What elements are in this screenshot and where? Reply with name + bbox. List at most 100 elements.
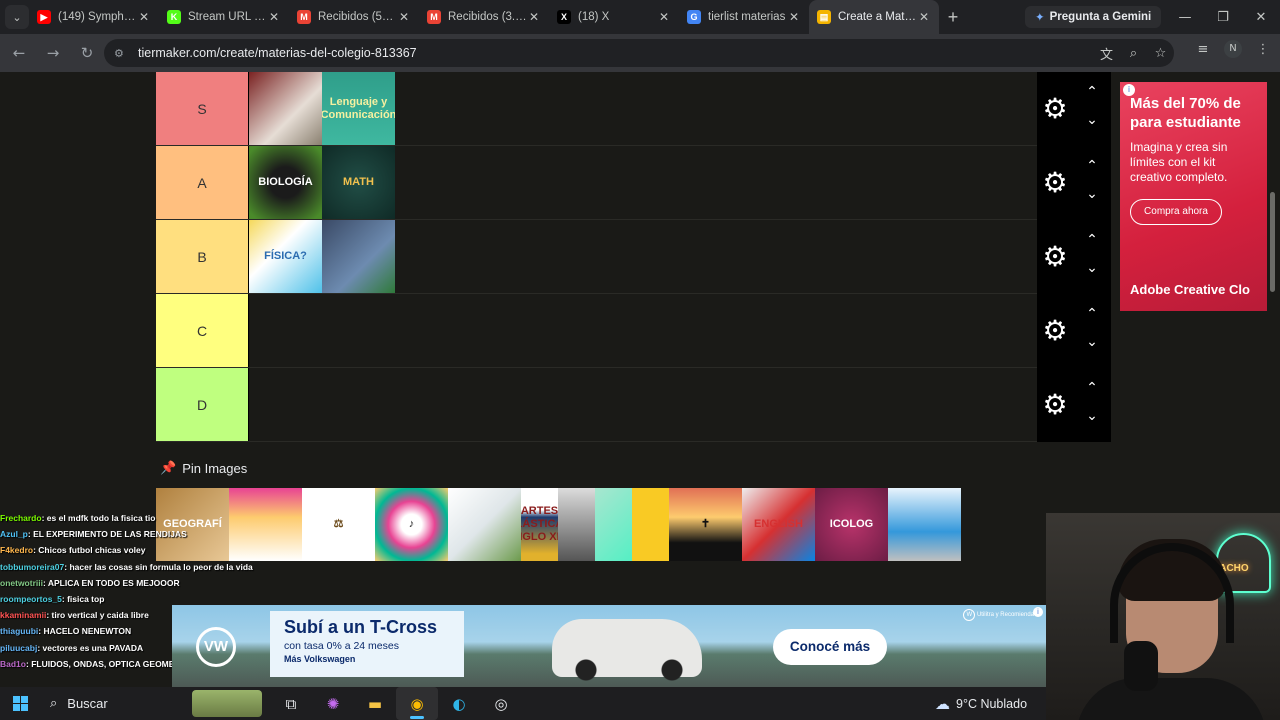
browser-tab[interactable]: Gtierlist materias ✕ xyxy=(679,0,809,34)
new-tab-button[interactable]: + xyxy=(939,7,967,28)
tier-label[interactable]: A xyxy=(156,146,248,219)
tier-item-image[interactable] xyxy=(448,488,521,561)
taskbar-search[interactable]: ⌕ Buscar xyxy=(40,687,270,720)
adobe-side-ad[interactable]: i Más del 70% de para estudiante Imagina… xyxy=(1120,82,1267,311)
chat-username[interactable]: thiaguubi xyxy=(0,626,38,636)
chat-username[interactable]: roompeortos_5 xyxy=(0,594,62,604)
tier-label[interactable]: C xyxy=(156,294,248,367)
weather-widget[interactable]: ☁ 9°C Nublado xyxy=(935,687,1027,720)
chat-username[interactable]: kkaminamii xyxy=(0,610,46,620)
tab-close-icon[interactable]: ✕ xyxy=(267,10,281,24)
tier-item-image[interactable]: BIOLOGÍA xyxy=(249,146,322,219)
tier-label[interactable]: D xyxy=(156,368,248,441)
tier-item-image[interactable]: ✝ xyxy=(669,488,742,561)
tier-label[interactable]: S xyxy=(156,72,248,145)
ad-info-icon[interactable]: i xyxy=(1033,607,1043,617)
chat-username[interactable]: tobbumoreira07 xyxy=(0,562,64,572)
bookmark-star-icon[interactable]: ☆ xyxy=(1147,46,1174,61)
file-explorer-icon[interactable]: ▬ xyxy=(354,687,396,720)
chat-username[interactable]: Bad1o xyxy=(0,659,26,669)
chevron-down-icon[interactable]: ⌄ xyxy=(1083,408,1101,424)
tab-close-icon[interactable]: ✕ xyxy=(657,10,671,24)
gear-icon[interactable]: ⚙ xyxy=(1042,169,1068,197)
tier-item-image[interactable] xyxy=(888,488,961,561)
gear-icon[interactable]: ⚙ xyxy=(1042,95,1068,123)
zoom-icon[interactable]: ⌕ xyxy=(1120,46,1147,61)
tier-item-image[interactable]: FÍSICA? xyxy=(249,220,322,293)
site-info-icon[interactable]: ⚙ xyxy=(114,47,128,60)
chat-username[interactable]: Frechardo xyxy=(0,513,42,523)
chevron-down-icon[interactable]: ⌄ xyxy=(1083,112,1101,128)
tab-close-icon[interactable]: ✕ xyxy=(787,10,801,24)
tier-item-image[interactable]: ICOLOG xyxy=(815,488,888,561)
browser-tab[interactable]: ▤ Create a Materi ✕ xyxy=(809,0,939,34)
ad-choices-icon[interactable]: i xyxy=(1123,84,1135,96)
tier-drop-zone[interactable]: FÍSICA? xyxy=(248,220,1111,293)
gear-icon[interactable]: ⚙ xyxy=(1042,317,1068,345)
tier-drop-zone[interactable] xyxy=(248,368,1111,441)
tier-item-image[interactable]: MATH xyxy=(322,146,395,219)
chevron-down-icon[interactable]: ⌄ xyxy=(1083,186,1101,202)
chevron-up-icon[interactable]: ⌃ xyxy=(1083,380,1101,396)
chevron-up-icon[interactable]: ⌃ xyxy=(1083,158,1101,174)
reading-list-icon[interactable]: ≡ xyxy=(1188,42,1218,57)
browser-menu-icon[interactable]: ⋮ xyxy=(1248,42,1278,57)
close-window-button[interactable]: ✕ xyxy=(1242,0,1280,34)
task-view-icon[interactable]: ⧉ xyxy=(270,687,312,720)
tab-close-icon[interactable]: ✕ xyxy=(397,10,411,24)
tier-item-image[interactable] xyxy=(632,488,669,561)
ad-buy-button[interactable]: Compra ahora xyxy=(1130,199,1222,225)
minimize-button[interactable]: — xyxy=(1166,0,1204,34)
url-text[interactable]: tiermaker.com/create/materias-del-colegi… xyxy=(138,46,417,60)
gear-icon[interactable]: ⚙ xyxy=(1042,243,1068,271)
edge-taskbar-icon[interactable]: ◐ xyxy=(438,687,480,720)
restore-button[interactable]: ❐ xyxy=(1204,0,1242,34)
forward-button[interactable]: → xyxy=(38,38,68,68)
gemini-button[interactable]: ✦ Pregunta a Gemini xyxy=(1025,6,1162,28)
chat-username[interactable]: onetwotriii xyxy=(0,578,43,588)
chrome-taskbar-icon[interactable]: ◉ xyxy=(396,687,438,720)
copilot-icon[interactable]: ✺ xyxy=(312,687,354,720)
browser-tab[interactable]: X (18) X ✕ xyxy=(549,0,679,34)
translate-icon[interactable]: 文 xyxy=(1093,44,1120,63)
profile-avatar[interactable]: N xyxy=(1224,40,1242,58)
tier-item-image[interactable]: ENGLISH xyxy=(742,488,815,561)
tab-close-icon[interactable]: ✕ xyxy=(137,10,151,24)
back-button[interactable]: ← xyxy=(4,38,34,68)
tier-item-image[interactable]: ARTES PLÁSTICAS SIGLO XIX xyxy=(521,488,558,561)
chat-username[interactable]: piluucabj xyxy=(0,643,37,653)
reload-button[interactable]: ↻ xyxy=(72,38,102,68)
chevron-up-icon[interactable]: ⌃ xyxy=(1083,232,1101,248)
tab-close-icon[interactable]: ✕ xyxy=(917,10,931,24)
tier-item-image[interactable]: Lenguaje y Comunicación xyxy=(322,72,395,145)
gear-icon[interactable]: ⚙ xyxy=(1042,391,1068,419)
chevron-up-icon[interactable]: ⌃ xyxy=(1083,306,1101,322)
browser-tab[interactable]: M Recibidos (576) ✕ xyxy=(289,0,419,34)
tier-drop-zone[interactable]: BIOLOGÍA MATH xyxy=(248,146,1111,219)
tab-close-icon[interactable]: ✕ xyxy=(527,10,541,24)
tier-drop-zone[interactable] xyxy=(248,294,1111,367)
tier-item-image[interactable]: ⚖ xyxy=(302,488,375,561)
chevron-down-icon[interactable]: ⌄ xyxy=(1083,334,1101,350)
obs-taskbar-icon[interactable]: ◎ xyxy=(480,687,522,720)
chat-username[interactable]: Azul_p xyxy=(0,529,28,539)
chevron-up-icon[interactable]: ⌃ xyxy=(1083,84,1101,100)
vw-banner-ad[interactable]: VW Subí a un T-Cross con tasa 0% a 24 me… xyxy=(172,605,1046,687)
browser-tab[interactable]: K Stream URL & K ✕ xyxy=(159,0,289,34)
tier-item-image[interactable] xyxy=(249,72,322,145)
browser-tab[interactable]: ▶ (149) Symphony ✕ xyxy=(29,0,159,34)
browser-tab[interactable]: M Recibidos (3.59 ✕ xyxy=(419,0,549,34)
start-button[interactable] xyxy=(0,687,40,720)
tier-item-image[interactable] xyxy=(322,220,395,293)
tier-label[interactable]: B xyxy=(156,220,248,293)
tier-drop-zone[interactable]: Lenguaje y Comunicación xyxy=(248,72,1111,145)
tier-item-image[interactable] xyxy=(595,488,632,561)
chat-username[interactable]: F4kedro xyxy=(0,545,33,555)
page-scrollbar[interactable] xyxy=(1270,192,1275,292)
omnibox[interactable]: ⚙ tiermaker.com/create/materias-del-cole… xyxy=(104,39,1174,67)
vw-cta-button[interactable]: Conocé más xyxy=(773,629,887,665)
chevron-down-icon[interactable]: ⌄ xyxy=(1083,260,1101,276)
tab-search-menu-icon[interactable]: ⌄ xyxy=(5,5,29,29)
tier-item-image[interactable] xyxy=(558,488,595,561)
tier-item-image[interactable]: ♪ xyxy=(375,488,448,561)
